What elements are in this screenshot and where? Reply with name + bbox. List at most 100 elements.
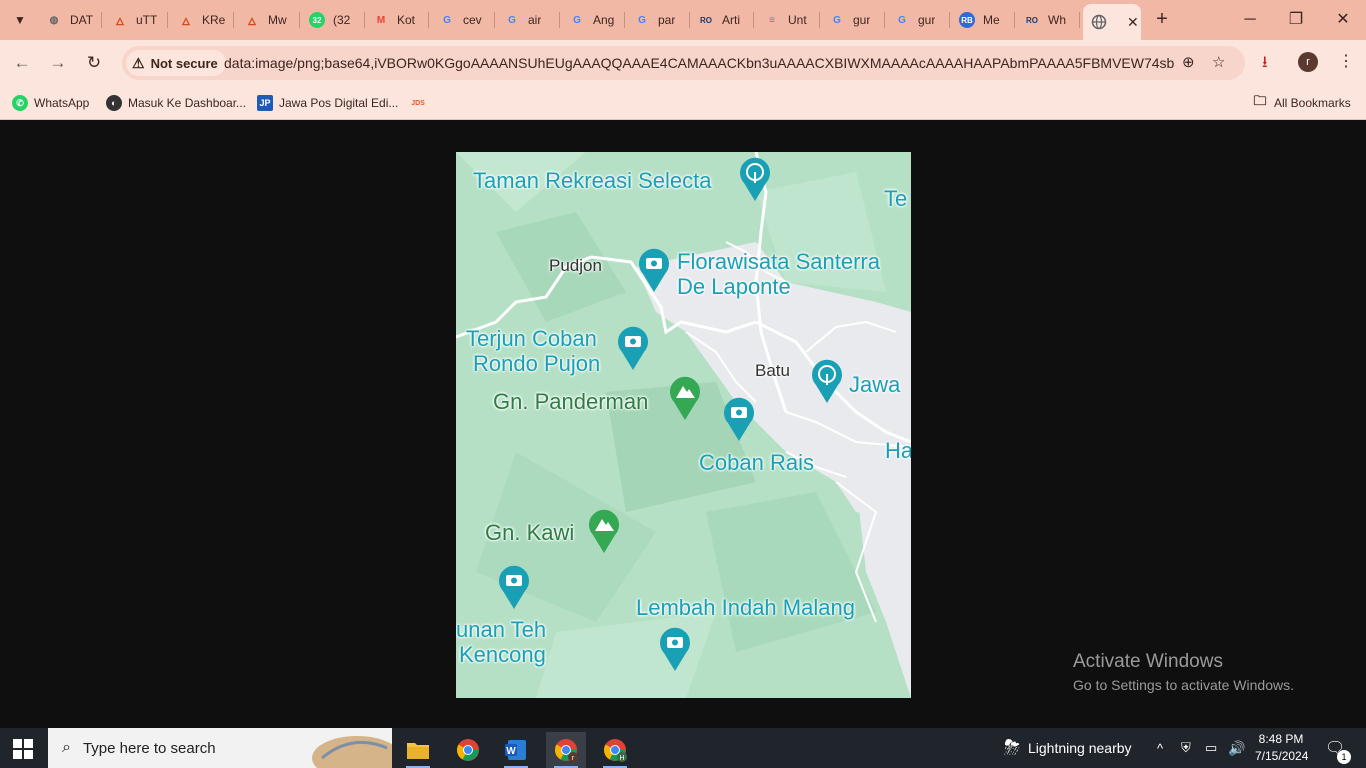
- tab-12[interactable]: Ggur: [821, 4, 885, 36]
- camera-pin-icon: [499, 565, 529, 609]
- tab-title: Wh: [1048, 13, 1066, 27]
- place-label-rondo-pujon: Rondo Pujon: [473, 351, 601, 376]
- volume-icon[interactable]: 🔊: [1228, 728, 1245, 768]
- taskbar-word[interactable]: W: [496, 732, 536, 768]
- all-bookmarks-button[interactable]: 🗀 All Bookmarks: [1252, 93, 1351, 113]
- tab-strip: ▼ ◍ DAT 🜂 uTT 🜂 KRe 🜂 Mw 32 (32 M Kot Gcev Gair G Ang Gp…: [0, 0, 1366, 40]
- taskbar-chrome-profile-r[interactable]: r: [546, 732, 586, 768]
- tab-5[interactable]: M Kot: [365, 4, 429, 36]
- tab-title: cev: [463, 13, 482, 27]
- place-label-gn-kawi: Gn. Kawi: [485, 520, 575, 545]
- taskbar-search[interactable]: ⌕ Type here to search: [48, 728, 392, 768]
- tab-13[interactable]: Ggur: [886, 4, 950, 36]
- tab-title: Mw: [268, 13, 287, 27]
- taskbar-chrome-profile-h[interactable]: H: [595, 732, 635, 768]
- search-placeholder: Type here to search: [82, 739, 216, 757]
- map-image: Taman Rekreasi Selecta Te Pudjon Florawi…: [456, 152, 911, 698]
- bookmark-whatsapp[interactable]: ✆ WhatsApp: [12, 93, 89, 113]
- bookmark-jds[interactable]: JDS: [409, 93, 433, 113]
- folder-icon: 🗀: [1253, 93, 1267, 108]
- chevron-down-icon: ▼: [14, 13, 26, 27]
- amusement-park-pin-icon: [812, 359, 842, 403]
- flame-icon: 🜂: [247, 16, 257, 28]
- watermark-subtitle: Go to Settings to activate Windows.: [1073, 677, 1294, 693]
- tab-title: Me: [983, 13, 1000, 27]
- new-tab-button[interactable]: +: [1150, 8, 1174, 32]
- taskbar-file-explorer[interactable]: [398, 732, 438, 768]
- tab-14[interactable]: RB Me: [951, 4, 1015, 36]
- notification-center-icon[interactable]: 🗨 1: [1325, 728, 1351, 768]
- zoom-icon[interactable]: ⊕: [1182, 53, 1195, 71]
- amusement-park-pin-icon: [740, 157, 770, 201]
- url-text[interactable]: data:image/png;base64,iVBORw0KGgoAAAANSU…: [224, 55, 1174, 71]
- place-label-unan-teh: unan Teh: [456, 617, 547, 642]
- place-label-terjun-coban: Terjun Coban: [466, 326, 597, 351]
- tab-title: KRe: [202, 13, 226, 27]
- tab-3[interactable]: 🜂 Mw: [236, 4, 300, 36]
- taskbar: ⌕ Type here to search W r H ⛈ Lightning …: [0, 728, 1366, 768]
- ro-icon: RO: [700, 15, 712, 25]
- folder-icon: [407, 743, 429, 759]
- reload-button[interactable]: ↻: [82, 51, 106, 75]
- place-label-taman-rekreasi-selecta: Taman Rekreasi Selecta: [473, 168, 712, 193]
- security-chip[interactable]: ⚠ Not secure: [126, 50, 226, 76]
- network-icon[interactable]: ▭: [1205, 728, 1217, 768]
- rb-icon: RB: [959, 12, 975, 28]
- bookmarks-bar: ✆ WhatsApp ◐ Masuk Ke Dashboar... JP Jaw…: [0, 86, 1366, 120]
- tab-15[interactable]: RO Wh: [1016, 4, 1080, 36]
- whatsapp-icon: 32: [309, 12, 325, 28]
- place-label-kencong: Kencong: [459, 642, 546, 667]
- tab-10[interactable]: RO Arti: [690, 4, 754, 36]
- svg-text:W: W: [506, 746, 516, 757]
- tab-7[interactable]: Gair: [496, 4, 560, 36]
- taskbar-chrome[interactable]: [448, 732, 488, 768]
- tab-1[interactable]: 🜂 uTT: [104, 4, 168, 36]
- bookmark-jawapos[interactable]: JP Jawa Pos Digital Edi...: [257, 93, 398, 113]
- security-shield-icon[interactable]: ⛨: [1181, 728, 1191, 768]
- place-label-jawa: Jawa: [849, 372, 901, 397]
- tab-6[interactable]: Gcev: [431, 4, 495, 36]
- tab-9[interactable]: Gpar: [626, 4, 690, 36]
- tab-search-button[interactable]: ▼: [6, 6, 34, 34]
- close-window-button[interactable]: ✕: [1331, 8, 1355, 32]
- menu-kebab-icon[interactable]: ⋮: [1338, 51, 1354, 71]
- clock[interactable]: 8:48 PM 7/15/2024: [1255, 731, 1309, 765]
- tray-overflow-chevron-icon[interactable]: ^: [1157, 728, 1163, 768]
- place-label-lembah-indah-malang: Lembah Indah Malang: [636, 595, 855, 620]
- address-bar[interactable]: ⚠ Not secure data:image/png;base64,iVBOR…: [122, 46, 1245, 80]
- docs-icon: ≡: [769, 14, 775, 26]
- restore-button[interactable]: ❐: [1284, 8, 1308, 32]
- tab-0[interactable]: ◍ DAT: [38, 4, 102, 36]
- camera-pin-icon: [639, 248, 669, 292]
- camera-pin-icon: [660, 627, 690, 671]
- tab-11[interactable]: ≡ Unt: [756, 4, 820, 36]
- notification-count-badge: 1: [1337, 750, 1351, 764]
- place-label-coban-rais: Coban Rais: [699, 450, 814, 475]
- windows-start-icon[interactable]: [12, 738, 34, 760]
- search-icon: ⌕: [62, 739, 71, 756]
- all-bookmarks-label: All Bookmarks: [1274, 96, 1351, 110]
- flame-icon: 🜂: [115, 16, 125, 28]
- storm-icon: ⛈: [1004, 736, 1020, 759]
- place-label-batu: Batu: [755, 361, 790, 380]
- tab-8[interactable]: G Ang: [561, 4, 625, 36]
- bookmark-star-icon[interactable]: ☆: [1212, 53, 1225, 71]
- close-tab-button[interactable]: ✕: [1127, 14, 1139, 31]
- download-icon[interactable]: ⭳: [1262, 51, 1268, 78]
- tab-title: DAT: [70, 13, 94, 27]
- tab-active[interactable]: ✕: [1083, 4, 1141, 40]
- tab-4[interactable]: 32 (32: [301, 4, 365, 36]
- bookmark-label: Jawa Pos Digital Edi...: [279, 96, 399, 110]
- google-icon: G: [443, 14, 451, 26]
- minimize-button[interactable]: ─: [1238, 8, 1262, 32]
- bookmark-dashboard[interactable]: ◐ Masuk Ke Dashboar...: [106, 93, 246, 113]
- clock-date: 7/15/2024: [1255, 749, 1309, 763]
- tab-2[interactable]: 🜂 KRe: [170, 4, 234, 36]
- activate-windows-watermark: Activate Windows Go to Settings to activ…: [1073, 651, 1294, 693]
- profile-avatar[interactable]: r: [1298, 52, 1318, 72]
- place-label-gn-panderman: Gn. Panderman: [493, 389, 649, 414]
- forward-button[interactable]: →: [46, 51, 70, 75]
- tab-title: Unt: [788, 13, 807, 27]
- weather-widget[interactable]: ⛈ Lightning nearby: [1004, 728, 1132, 768]
- back-button[interactable]: ←: [10, 51, 34, 75]
